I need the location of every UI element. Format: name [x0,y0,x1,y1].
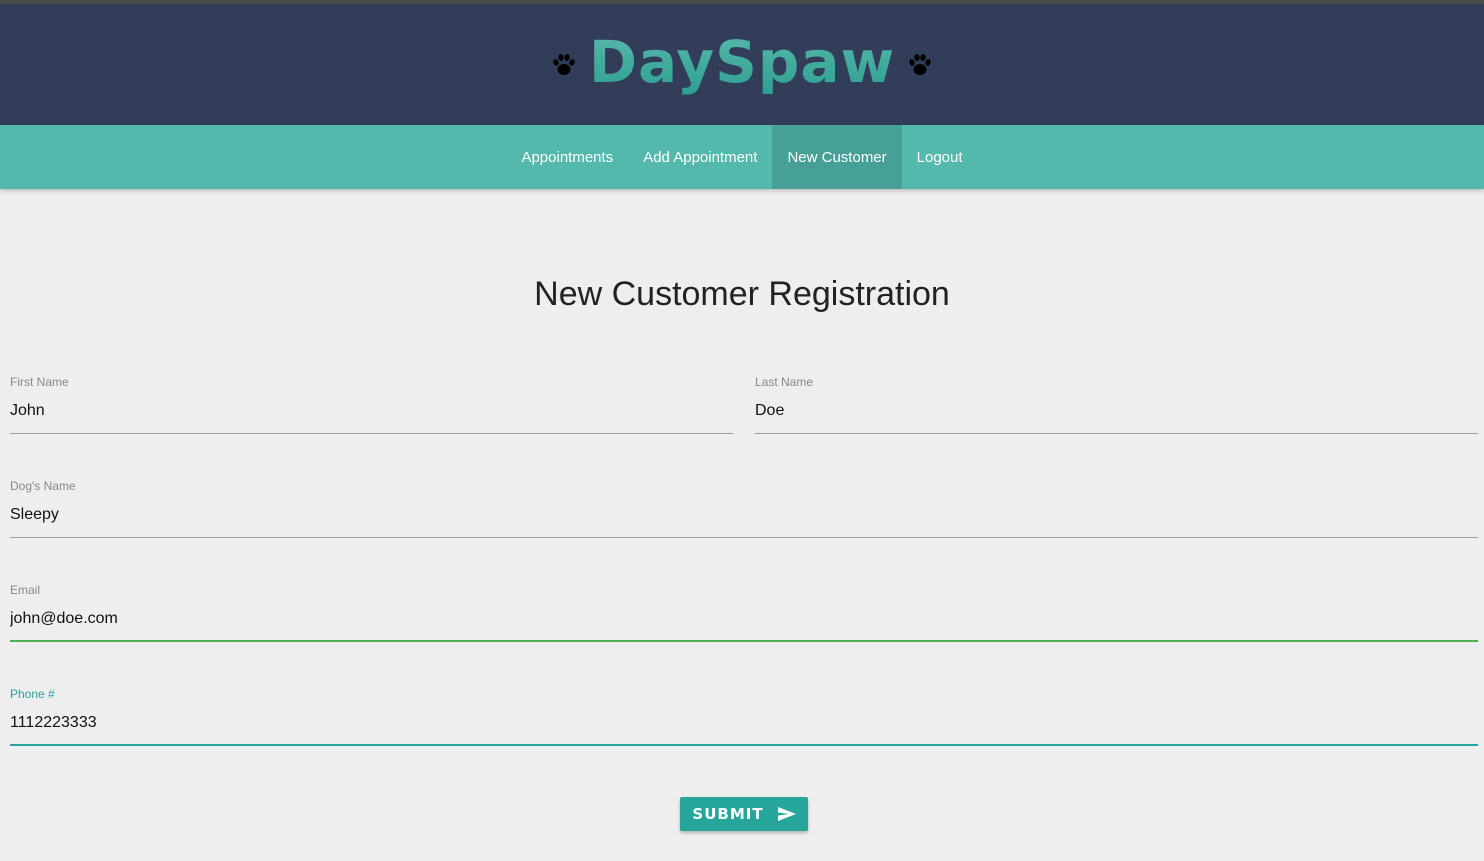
nav-item-logout[interactable]: Logout [902,125,978,189]
submit-label: SUBMIT [692,805,764,823]
nav-item-new-customer[interactable]: New Customer [772,125,902,189]
paw-icon [909,53,931,75]
dog-name-field: Dog's Name [10,478,1478,538]
first-name-label: First Name [10,375,69,389]
phone-field: Phone # [10,686,1478,746]
nav-item-appointments[interactable]: Appointments [506,125,628,189]
last-name-input[interactable] [755,390,1478,434]
page-title: New Customer Registration [534,275,950,313]
last-name-field: Last Name [755,374,1478,434]
phone-input[interactable] [10,702,1478,746]
dog-name-input[interactable] [10,494,1478,538]
brand-title: DaySpaw [588,27,896,96]
phone-label: Phone # [10,687,55,701]
email-label: Email [10,583,41,597]
first-name-input[interactable] [10,390,733,434]
nav-item-add-appointment[interactable]: Add Appointment [628,125,772,189]
last-name-label: Last Name [755,375,814,389]
brand-logo[interactable]: DaySpaw [551,33,933,97]
main-nav: Appointments Add Appointment New Custome… [0,125,1484,189]
brand-header: DaySpaw [0,4,1484,125]
paw-icon [553,53,575,75]
email-field: Email [10,582,1478,642]
email-input[interactable] [10,598,1478,642]
send-icon [777,807,796,821]
registration-page: New Customer Registration First Name Las… [0,189,1484,861]
dog-name-label: Dog's Name [10,479,76,493]
first-name-field: First Name [10,374,733,434]
submit-button[interactable]: SUBMIT [680,797,808,831]
